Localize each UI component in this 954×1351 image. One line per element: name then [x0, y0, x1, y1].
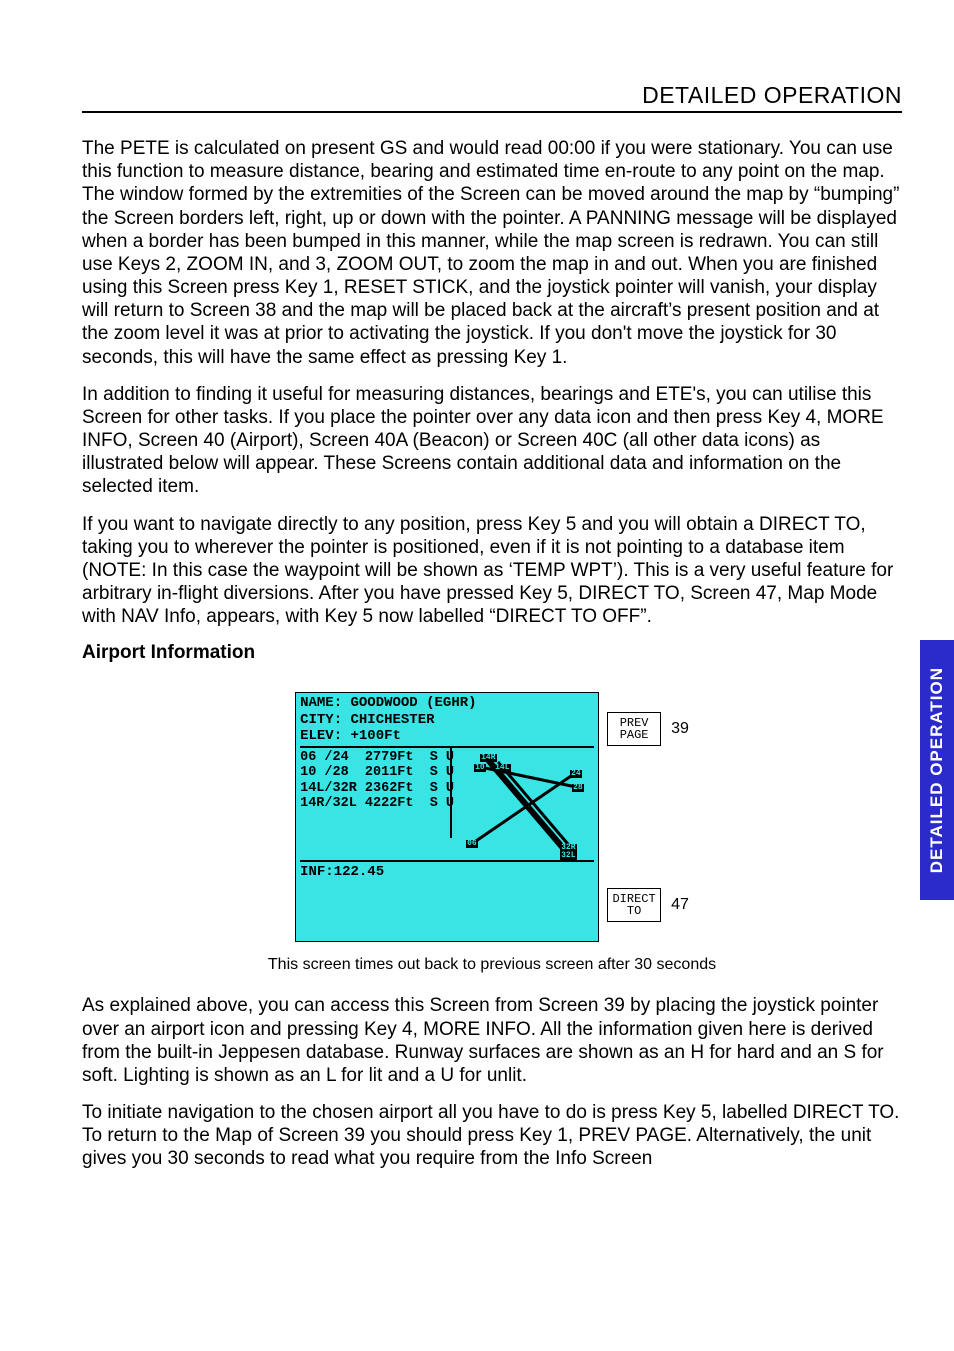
direct-to-button[interactable]: DIRECT TO [607, 888, 661, 922]
prev-page-button[interactable]: PREV PAGE [607, 712, 661, 746]
screen-runway-diagram: 14R 10 14L 24 28 06 32R 32L [452, 748, 594, 860]
section-heading-airport-info: Airport Information [82, 642, 902, 664]
paragraph-1: The PETE is calculated on present GS and… [82, 137, 902, 369]
side-tab: DETAILED OPERATION [920, 640, 954, 900]
softkey-column: PREV PAGE 39 DIRECT TO 47 [607, 692, 689, 942]
header-title: DETAILED OPERATION [642, 82, 902, 108]
paragraph-5: To initiate navigation to the chosen air… [82, 1101, 902, 1171]
direct-to-screen-number: 47 [671, 896, 689, 914]
rwy-label: 32L [560, 852, 576, 860]
rwy-label: 28 [572, 784, 584, 792]
screen-city-line: CITY: CHICHESTER [300, 712, 594, 728]
rwy-label: 06 [466, 840, 478, 848]
screen-inf-line: INF:122.45 [300, 862, 594, 880]
screen-name-line: NAME: GOODWOOD (EGHR) [300, 695, 594, 711]
screen-elev-line: ELEV: +100Ft [300, 728, 594, 744]
paragraph-4: As explained above, you can access this … [82, 994, 902, 1087]
airport-info-screen: NAME: GOODWOOD (EGHR) CITY: CHICHESTER E… [295, 692, 599, 942]
screen-runway-list: 06 /24 2779Ft S U 10 /28 2011Ft S U 14L/… [300, 748, 452, 838]
rwy-label: 14L [494, 764, 510, 772]
figure-caption: This screen times out back to previous s… [268, 956, 716, 974]
prev-page-screen-number: 39 [671, 720, 689, 738]
side-tab-label: DETAILED OPERATION [927, 667, 947, 873]
rwy-label: 10 [474, 764, 486, 772]
page-header: DETAILED OPERATION [82, 82, 902, 113]
rwy-label: 24 [570, 770, 582, 778]
airport-info-figure: NAME: GOODWOOD (EGHR) CITY: CHICHESTER E… [82, 692, 902, 974]
paragraph-3: If you want to navigate directly to any … [82, 513, 902, 629]
rwy-label: 14R [480, 754, 496, 762]
paragraph-2: In addition to finding it useful for mea… [82, 383, 902, 499]
